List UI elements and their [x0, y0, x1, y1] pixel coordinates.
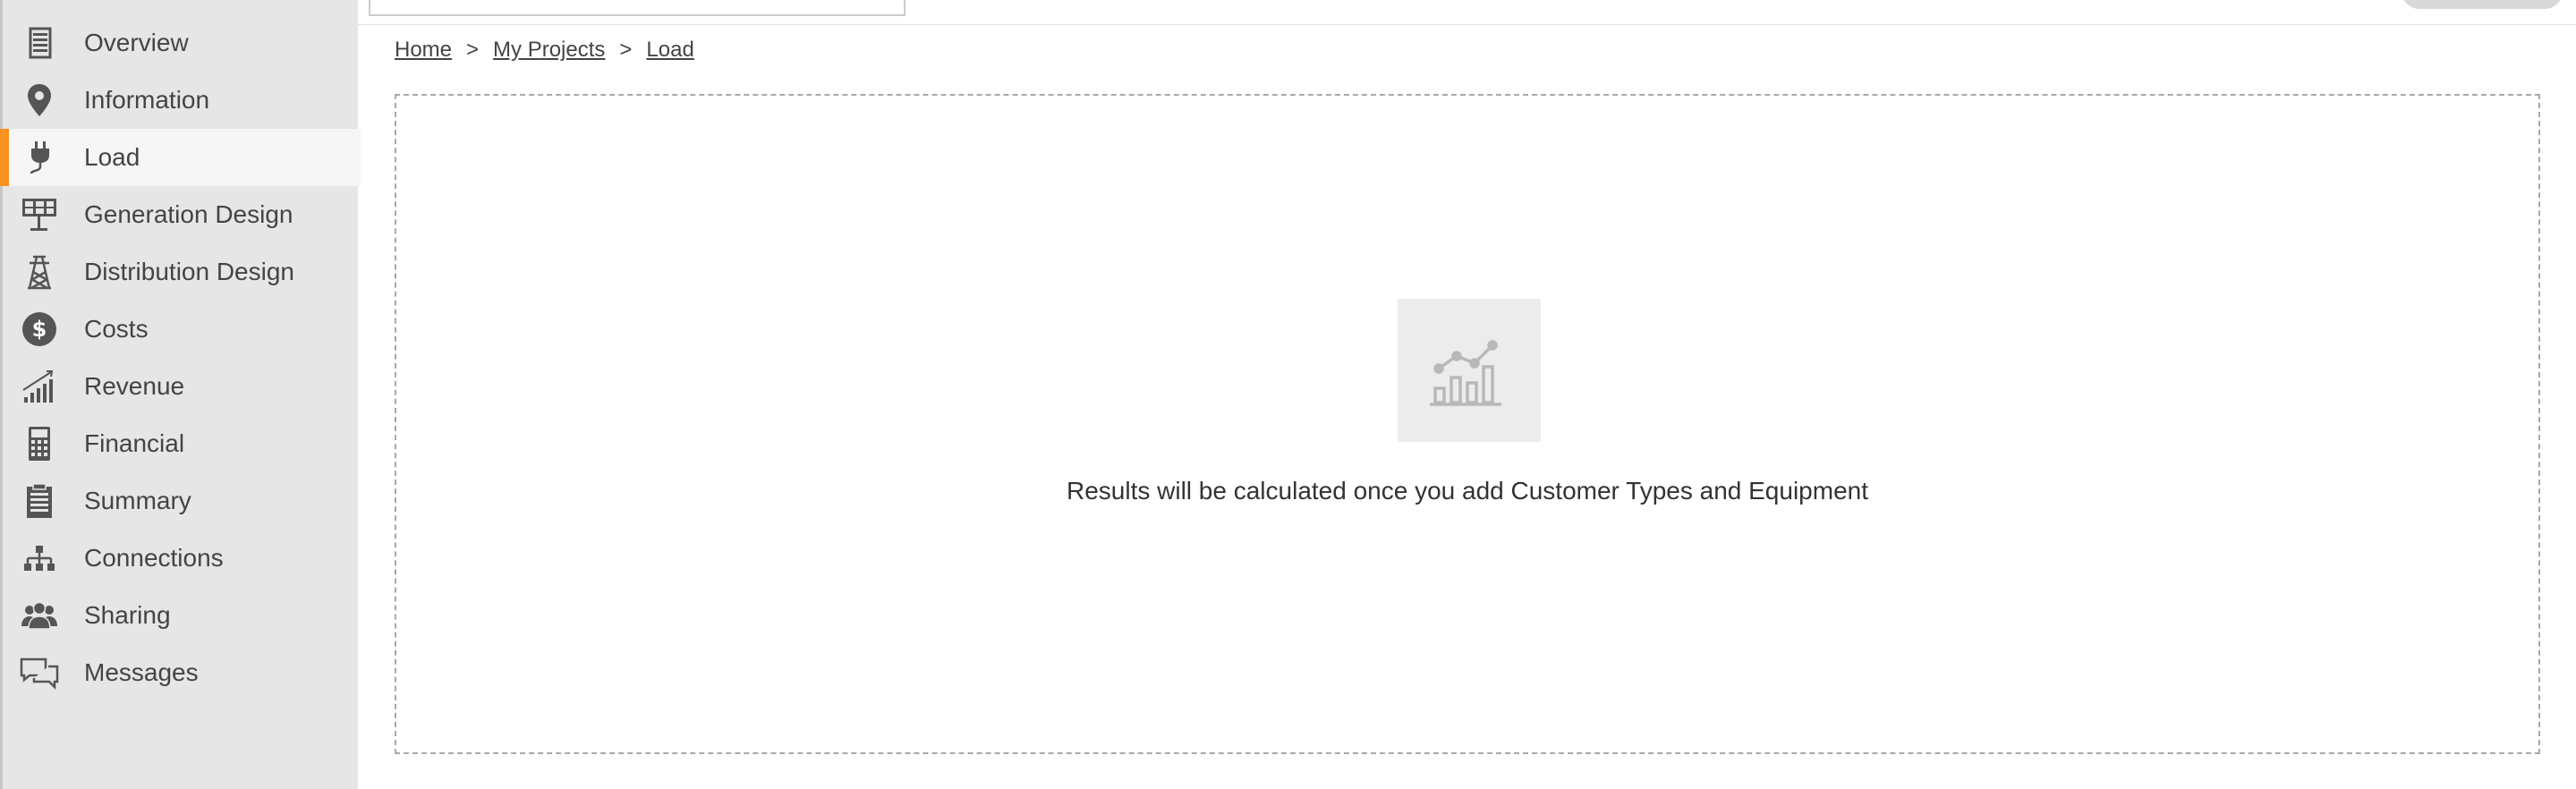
sidebar-item-generation-design[interactable]: Generation Design [3, 186, 361, 243]
revenue-chart-icon [17, 369, 62, 404]
sidebar-item-information[interactable]: Information [3, 72, 361, 129]
results-empty-message: Results will be calculated once you add … [1067, 477, 1868, 505]
plug-icon [17, 140, 62, 175]
sidebar-item-connections[interactable]: Connections [3, 530, 361, 587]
breadcrumb-separator: > [619, 38, 633, 62]
results-panel: Results will be calculated once you add … [395, 94, 2540, 754]
sidebar-item-label: Sharing [84, 601, 171, 629]
sidebar-item-load[interactable]: Load [0, 129, 361, 186]
sidebar-item-distribution-design[interactable]: Distribution Design [3, 243, 361, 301]
breadcrumb: Home > My Projects > Load [395, 34, 694, 66]
overview-icon [17, 25, 62, 61]
sidebar-item-label: Load [84, 143, 140, 171]
transmission-tower-icon [17, 254, 62, 290]
search-input[interactable] [369, 0, 905, 16]
sidebar-item-financial[interactable]: Financial [3, 415, 361, 472]
chart-placeholder-icon [1398, 299, 1541, 442]
sidebar-item-costs[interactable]: $ Costs [3, 301, 361, 358]
sidebar-item-label: Overview [84, 29, 189, 56]
breadcrumb-home-link[interactable]: Home [395, 38, 452, 62]
top-bar [358, 0, 2576, 25]
map-pin-icon [17, 82, 62, 118]
sidebar-item-label: Connections [84, 544, 224, 572]
breadcrumb-load-link[interactable]: Load [646, 38, 693, 62]
sidebar-item-revenue[interactable]: Revenue [3, 358, 361, 415]
users-icon [17, 598, 62, 633]
sidebar-item-sharing[interactable]: Sharing [3, 587, 361, 644]
sidebar-item-label: Financial [84, 429, 185, 457]
hierarchy-icon [17, 540, 62, 576]
sidebar-nav: Overview Information Load Generation Des… [0, 0, 361, 789]
sidebar-item-label: Messages [84, 658, 199, 686]
sidebar-item-label: Information [84, 86, 210, 114]
account-button[interactable] [2402, 0, 2563, 9]
breadcrumb-my-projects-link[interactable]: My Projects [493, 38, 605, 62]
breadcrumb-separator: > [466, 38, 480, 62]
sidebar-item-label: Summary [84, 487, 191, 514]
calculator-icon [17, 426, 62, 462]
sidebar-item-summary[interactable]: Summary [3, 472, 361, 530]
sidebar-item-label: Generation Design [84, 200, 293, 228]
clipboard-icon [17, 483, 62, 519]
sidebar-item-messages[interactable]: Messages [3, 644, 361, 701]
dollar-icon: $ [17, 311, 62, 347]
sidebar-item-label: Distribution Design [84, 258, 294, 285]
sidebar-item-overview[interactable]: Overview [3, 14, 361, 72]
svg-text:$: $ [32, 317, 47, 342]
solar-panel-icon [17, 197, 62, 233]
sidebar-item-label: Costs [84, 315, 149, 343]
chat-bubbles-icon [17, 655, 62, 691]
sidebar-item-label: Revenue [84, 372, 185, 400]
